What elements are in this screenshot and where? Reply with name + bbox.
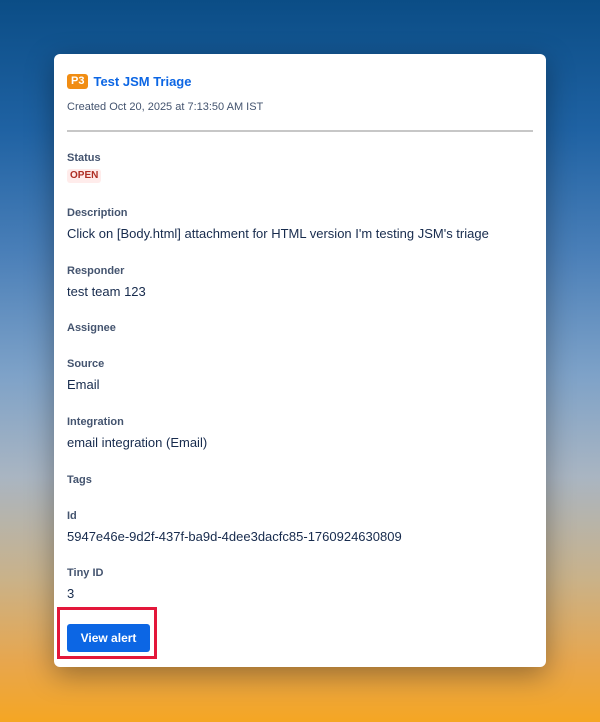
- field-source: Source Email: [67, 357, 533, 393]
- view-alert-button[interactable]: View alert: [67, 624, 150, 652]
- field-value: email integration (Email): [67, 435, 208, 450]
- field-label: Id: [67, 510, 77, 522]
- field-tags: Tags: [67, 473, 533, 487]
- field-value: 3: [67, 586, 75, 601]
- status-badge: OPEN: [67, 169, 102, 183]
- field-integration: Integration email integration (Email): [67, 415, 533, 451]
- field-value: test team 123: [67, 284, 146, 299]
- field-label: Source: [67, 358, 105, 370]
- field-label: Tiny ID: [67, 567, 104, 579]
- field-description: Description Click on [Body.html] attachm…: [67, 206, 533, 242]
- field-value: Click on [Body.html] attachment for HTML…: [67, 226, 489, 241]
- field-value: 5947e46e-9d2f-437f-ba9d-4dee3dacfc85-176…: [67, 529, 402, 544]
- priority-badge: P3: [67, 74, 89, 89]
- created-timestamp: Created Oct 20, 2025 at 7:13:50 AM IST: [67, 101, 264, 113]
- field-id: Id 5947e46e-9d2f-437f-ba9d-4dee3dacfc85-…: [67, 509, 533, 545]
- field-assignee: Assignee: [67, 321, 533, 335]
- field-label: Assignee: [67, 322, 116, 334]
- field-label: Responder: [67, 265, 125, 277]
- field-label: Tags: [67, 474, 92, 486]
- alert-card: P3 Test JSM Triage Created Oct 20, 2025 …: [54, 54, 546, 667]
- field-status: Status OPEN: [67, 151, 533, 183]
- header-divider: [67, 130, 533, 132]
- field-value: Email: [67, 377, 100, 392]
- field-label: Status: [67, 152, 101, 164]
- field-label: Description: [67, 207, 128, 219]
- field-tiny-id: Tiny ID 3: [67, 566, 533, 602]
- alert-header: P3 Test JSM Triage: [67, 74, 191, 89]
- field-responder: Responder test team 123: [67, 264, 533, 300]
- alert-title-link[interactable]: Test JSM Triage: [93, 74, 191, 89]
- field-label: Integration: [67, 416, 124, 428]
